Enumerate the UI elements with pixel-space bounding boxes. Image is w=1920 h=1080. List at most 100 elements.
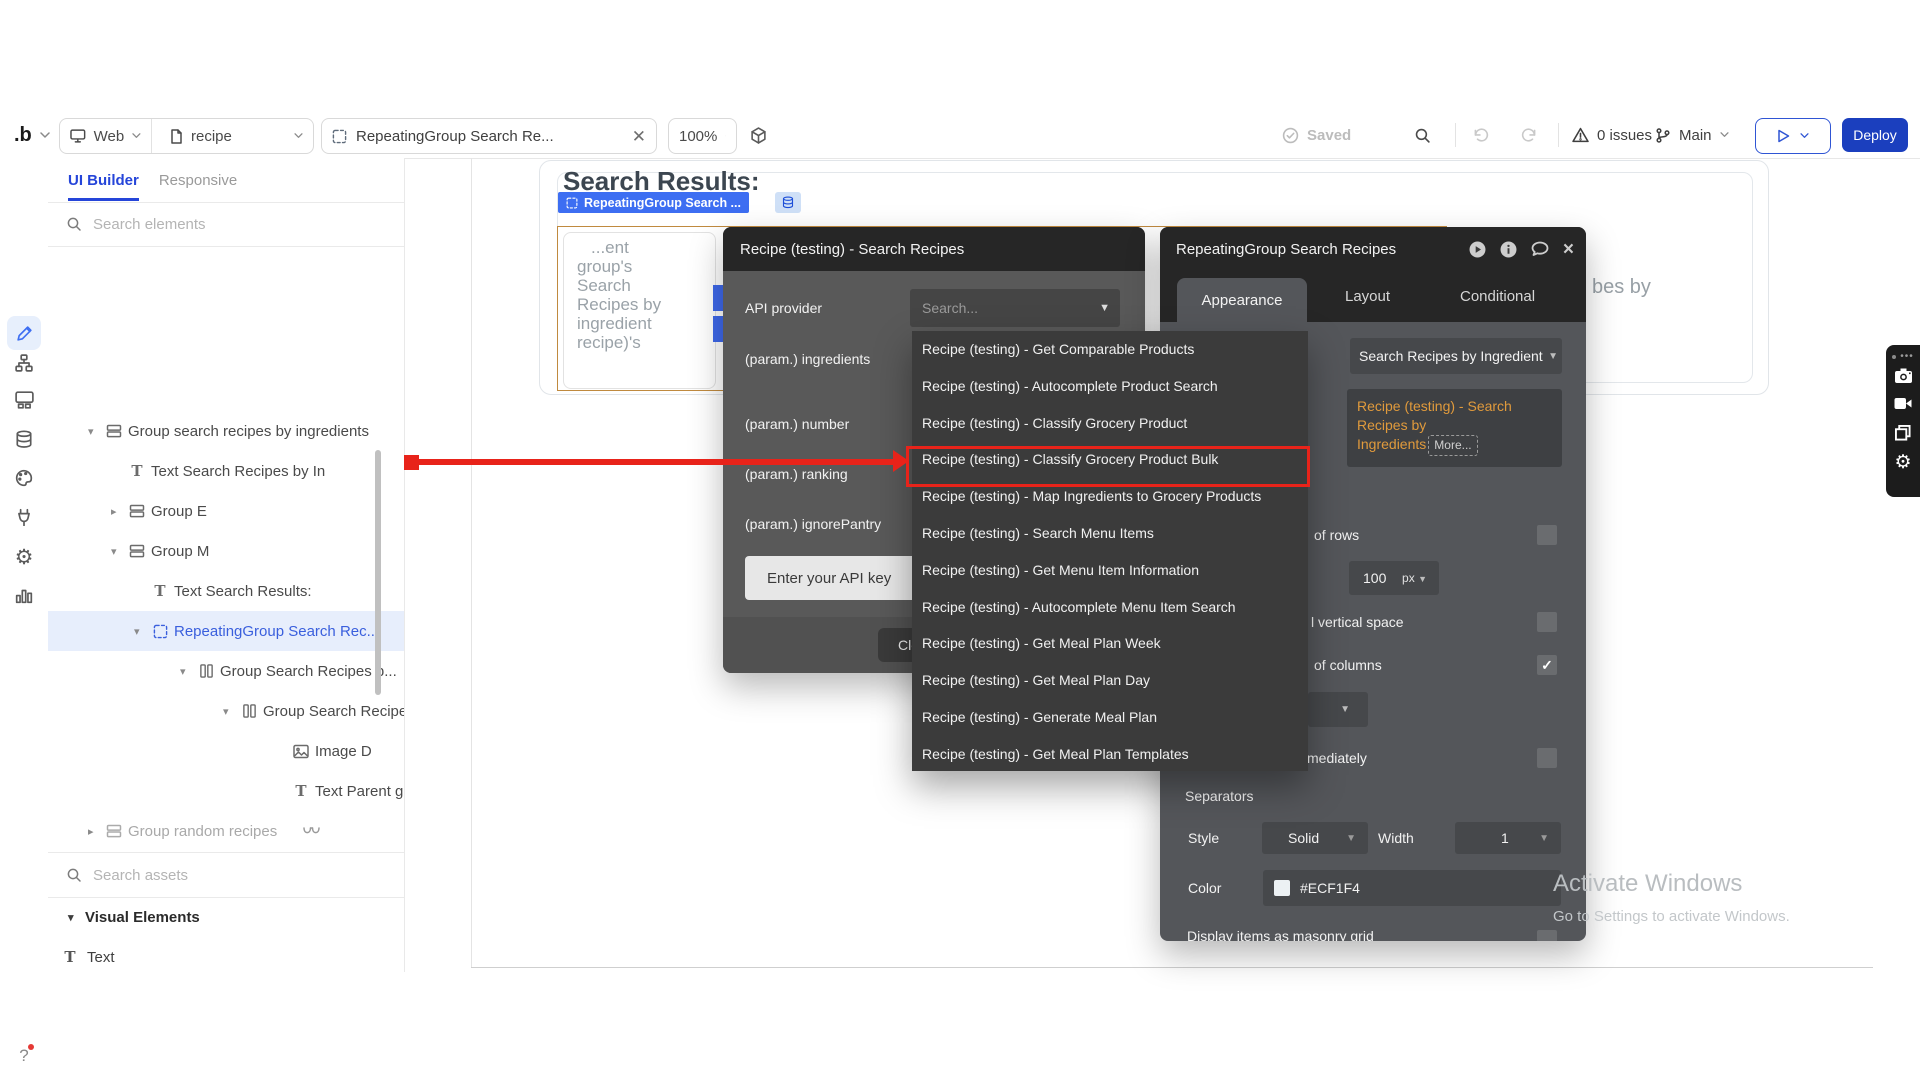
type-of-content-select[interactable]: Search Recipes by Ingredient ▼: [1350, 338, 1562, 374]
tree-row-repeatinggroup-search-rec[interactable]: ▾RepeatingGroup Search Rec...: [48, 611, 404, 651]
provider-option-recipe-testing-get-comparable-products[interactable]: Recipe (testing) - Get Comparable Produc…: [912, 331, 1308, 368]
element-tab[interactable]: RepeatingGroup Search Re... ✕: [321, 118, 657, 154]
gear-icon: ⚙: [1894, 453, 1911, 472]
top-toolbar: .b Web recipe RepeatingGroup Search Re..…: [0, 112, 1920, 159]
tab-layout[interactable]: Layout: [1345, 271, 1390, 322]
caret-down-icon[interactable]: ▾: [180, 665, 195, 678]
provider-option-recipe-testing-search-menu-items[interactable]: Recipe (testing) - Search Menu Items: [912, 515, 1308, 552]
provider-option-recipe-testing-classify-grocery-product[interactable]: Recipe (testing) - Classify Grocery Prod…: [912, 405, 1308, 442]
palette-item-text[interactable]: TText: [48, 937, 404, 972]
copy-button[interactable]: [1886, 425, 1920, 441]
caret-right-icon[interactable]: ▸: [111, 505, 126, 518]
unit-dropdown[interactable]: px ▼: [1402, 571, 1427, 585]
tab-responsive[interactable]: Responsive: [159, 172, 237, 189]
tree-row-text-search-results[interactable]: TText Search Results:: [48, 571, 404, 611]
capture-handle[interactable]: •••: [1886, 351, 1920, 362]
visual-elements-header[interactable]: ▾ Visual Elements: [48, 897, 404, 937]
row-height-control[interactable]: 100 px ▼: [1349, 561, 1439, 595]
search-assets-input[interactable]: [91, 866, 345, 885]
repeating-group-cell[interactable]: ...entgroup'sSearchRecipes byingredientr…: [563, 232, 716, 389]
tab-appearance[interactable]: Appearance: [1177, 278, 1307, 322]
provider-option-recipe-testing-autocomplete-menu-item-search[interactable]: Recipe (testing) - Autocomplete Menu Ite…: [912, 589, 1308, 626]
caret-down-icon[interactable]: ▾: [134, 625, 149, 638]
record-button[interactable]: [1886, 397, 1920, 410]
close-panel-icon[interactable]: ×: [1563, 240, 1574, 259]
checkbox-immediately[interactable]: [1537, 748, 1557, 768]
column-group-icon: [195, 663, 217, 679]
provider-option-recipe-testing-autocomplete-product-search[interactable]: Recipe (testing) - Autocomplete Product …: [912, 368, 1308, 405]
provider-option-recipe-testing-get-meal-plan-templates[interactable]: Recipe (testing) - Get Meal Plan Templat…: [912, 736, 1308, 771]
data-source-chip[interactable]: [775, 192, 801, 213]
tree-row-text-parent-group[interactable]: TText Parent group...: [48, 771, 404, 811]
checkbox-masonry[interactable]: [1537, 930, 1557, 941]
width-value: 1: [1501, 830, 1509, 846]
selection-label[interactable]: RepeatingGroup Search ...: [558, 192, 749, 213]
separator-color-picker[interactable]: #ECF1F4: [1263, 870, 1561, 906]
checkbox-of-columns[interactable]: ✓: [1537, 655, 1557, 675]
provider-option-recipe-testing-get-menu-item-information[interactable]: Recipe (testing) - Get Menu Item Informa…: [912, 552, 1308, 589]
preview-cube-button[interactable]: [750, 118, 767, 152]
help-button[interactable]: ?: [0, 1046, 48, 1066]
issues-label: 0 issues: [1597, 127, 1652, 144]
search-button[interactable]: [1414, 118, 1431, 152]
settings-tab-button[interactable]: ⚙: [0, 547, 48, 568]
deploy-button[interactable]: Deploy: [1842, 118, 1908, 152]
redo-button[interactable]: [1520, 118, 1538, 152]
data-source-expression[interactable]: Recipe (testing) - Search Recipes by Ing…: [1347, 389, 1562, 467]
run-preview-button[interactable]: [1755, 118, 1831, 154]
workflow-tab-button[interactable]: [0, 354, 48, 372]
undo-button[interactable]: [1472, 118, 1490, 152]
plugins-tab-button[interactable]: [0, 508, 48, 526]
provider-option-recipe-testing-generate-meal-plan[interactable]: Recipe (testing) - Generate Meal Plan: [912, 699, 1308, 736]
capture-settings-button[interactable]: ⚙: [1886, 453, 1920, 472]
branch-selector[interactable]: Main: [1655, 118, 1729, 152]
data-tab-button[interactable]: [0, 430, 48, 449]
screenshot-button[interactable]: [1886, 367, 1920, 384]
caret-down-icon[interactable]: ▾: [111, 545, 126, 558]
tree-row-group-e[interactable]: ▸Group E: [48, 491, 404, 531]
styles-tab-button[interactable]: [0, 469, 48, 487]
components-icon: [15, 391, 34, 409]
checkbox-vertical-space[interactable]: [1537, 612, 1557, 632]
caret-right-icon[interactable]: ▸: [88, 825, 103, 838]
more-button[interactable]: More...: [1428, 435, 1477, 456]
group-icon: [126, 543, 148, 559]
provider-option-recipe-testing-get-meal-plan-day[interactable]: Recipe (testing) - Get Meal Plan Day: [912, 662, 1308, 699]
tree-row-group-random-recipes[interactable]: ▸Group random recipes: [48, 811, 404, 851]
design-tab-button[interactable]: [7, 316, 41, 350]
api-panel-header[interactable]: Recipe (testing) - Search Recipes: [723, 227, 1145, 271]
components-tab-button[interactable]: [0, 391, 48, 409]
tree-row-group-m[interactable]: ▾Group M: [48, 531, 404, 571]
search-elements-input[interactable]: [91, 215, 345, 234]
tree-row-text-search-recipes-by-in[interactable]: TText Search Recipes by In: [48, 451, 404, 491]
row-label: l vertical space: [1311, 614, 1404, 630]
caret-down-icon[interactable]: ▾: [88, 425, 103, 438]
separator-width-select[interactable]: 1 ▼: [1455, 822, 1561, 854]
issues-indicator[interactable]: 0 issues: [1572, 118, 1652, 152]
tree-row-image-d[interactable]: Image D: [48, 731, 404, 771]
tree-row-group-search-recipes-b[interactable]: ▾Group Search Recipes b...: [48, 651, 404, 691]
app-logo[interactable]: .b: [14, 118, 50, 152]
checkbox-of-rows[interactable]: [1537, 525, 1557, 545]
tab-ui-builder[interactable]: UI Builder: [68, 172, 139, 201]
comment-icon[interactable]: [1531, 241, 1549, 257]
info-icon[interactable]: [1500, 241, 1517, 258]
sidebar-scrollbar[interactable]: [375, 450, 381, 695]
tree-row-group-search-recipes-by-ingredients[interactable]: ▾Group search recipes by ingredients: [48, 411, 404, 451]
separator-style-select[interactable]: Solid ▼: [1262, 822, 1368, 854]
api-provider-select[interactable]: Search... ▼: [910, 289, 1120, 327]
zoom-selector[interactable]: 100%: [668, 118, 737, 154]
text-icon: T: [149, 584, 171, 599]
save-status: Saved: [1282, 118, 1351, 152]
device-selector[interactable]: Web: [60, 119, 152, 153]
logs-tab-button[interactable]: [0, 586, 48, 604]
branch-label: Main: [1679, 127, 1712, 144]
page-selector[interactable]: recipe: [160, 119, 313, 153]
provider-option-recipe-testing-get-meal-plan-week[interactable]: Recipe (testing) - Get Meal Plan Week: [912, 625, 1308, 662]
close-tab-icon[interactable]: ✕: [632, 128, 646, 145]
play-circle-icon[interactable]: [1469, 241, 1486, 258]
truncated-dropdown[interactable]: ▼: [1308, 692, 1368, 727]
caret-down-icon[interactable]: ▾: [223, 705, 238, 718]
tab-conditional[interactable]: Conditional: [1460, 271, 1535, 322]
tree-row-group-search-recipe[interactable]: ▾Group Search Recipe...: [48, 691, 404, 731]
